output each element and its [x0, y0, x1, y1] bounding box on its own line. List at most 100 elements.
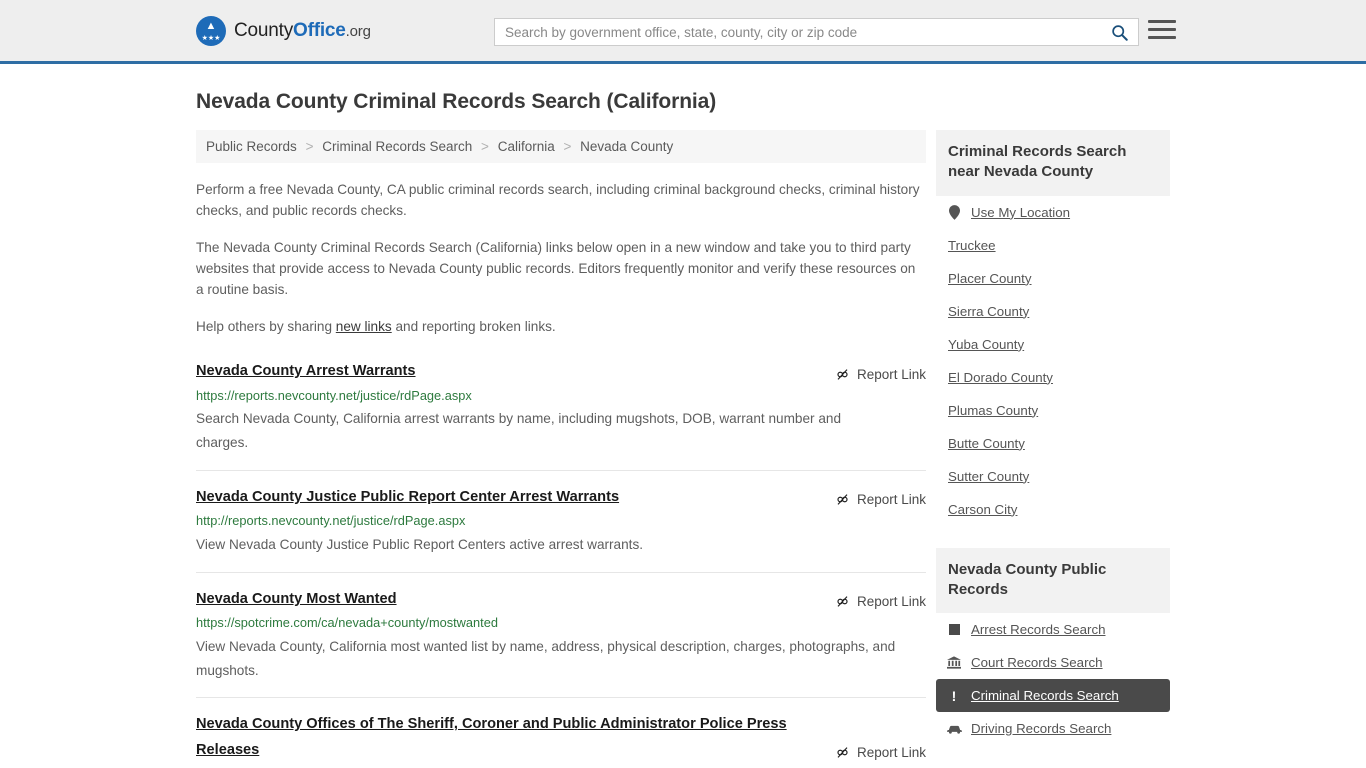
breadcrumb-item-criminal-records-search[interactable]: Criminal Records Search: [322, 139, 472, 154]
nearby-link[interactable]: El Dorado County: [936, 370, 1053, 385]
nearby-link[interactable]: Yuba County: [936, 337, 1024, 352]
sidebar-item-plumas-county[interactable]: Plumas County: [936, 394, 1170, 427]
brand-org: .org: [345, 22, 371, 40]
sidebar-item-carson-city[interactable]: Carson City: [936, 493, 1170, 526]
result-url: https://reports.nevcounty.net/justice/rd…: [196, 387, 472, 403]
exclamation-icon: !: [951, 687, 957, 704]
nearby-link[interactable]: Placer County: [936, 271, 1032, 286]
breadcrumb-item-public-records[interactable]: Public Records: [206, 139, 297, 154]
result-description: Search Nevada County, California arrest …: [196, 411, 841, 451]
sidebar-heading-public-records: Nevada County Public Records: [936, 547, 1170, 613]
public-record-link[interactable]: Criminal Records Search: [971, 688, 1119, 703]
hamburger-menu-icon[interactable]: [1148, 20, 1176, 39]
brand-wordmark: CountyOffice.org: [234, 20, 371, 42]
sidebar-item-criminal-records-search[interactable]: ! Criminal Records Search: [936, 679, 1170, 712]
public-record-link[interactable]: Court Records Search: [971, 655, 1103, 670]
nearby-link[interactable]: Sierra County: [936, 304, 1029, 319]
sidebar-heading-nearby: Criminal Records Search near Nevada Coun…: [936, 130, 1170, 196]
page-container: Nevada County Criminal Records Search (C…: [0, 90, 1366, 768]
breadcrumb: Public Records > Criminal Records Search…: [196, 130, 926, 163]
results-list: Nevada County Arrest Warrants Report Lin…: [196, 359, 926, 768]
sidebar-item-arrest-records-search[interactable]: Arrest Records Search: [936, 613, 1170, 646]
broken-link-icon: [837, 596, 848, 608]
report-link-label: Report Link: [856, 366, 926, 382]
result-item: Nevada County Justice Public Report Cent…: [196, 485, 926, 573]
content-columns: Public Records > Criminal Records Search…: [196, 130, 1170, 768]
breadcrumb-separator: >: [305, 139, 314, 154]
breadcrumb-separator: >: [481, 139, 489, 154]
report-link-button[interactable]: Report Link: [835, 367, 926, 385]
result-title-link[interactable]: Nevada County Justice Public Report Cent…: [196, 485, 619, 511]
sidebar-item-driving-records-search[interactable]: Driving Records Search: [936, 712, 1170, 745]
intro-paragraph-2: The Nevada County Criminal Records Searc…: [196, 240, 916, 298]
sidebar-item-court-records-search[interactable]: Court Records Search: [936, 646, 1170, 679]
report-link-label: Report Link: [856, 492, 926, 508]
intro-paragraph-1: Perform a free Nevada County, CA public …: [196, 182, 920, 219]
search-icon: [1112, 24, 1128, 41]
site-logo[interactable]: ▲ ★★★ CountyOffice.org: [196, 15, 371, 46]
nearby-link[interactable]: Plumas County: [936, 403, 1038, 418]
map-pin-icon: [946, 204, 962, 220]
intro-p3-after: and reporting broken links.: [391, 319, 556, 335]
car-icon: [946, 724, 962, 734]
public-record-link[interactable]: Arrest Records Search: [971, 622, 1106, 637]
sidebar-item-sierra-county[interactable]: Sierra County: [936, 295, 1170, 328]
result-title-link[interactable]: Nevada County Offices of The Sheriff, Co…: [196, 712, 835, 763]
sidebar-item-sutter-county[interactable]: Sutter County: [936, 460, 1170, 493]
sidebar-item-el-dorado-county[interactable]: El Dorado County: [936, 361, 1170, 394]
result-description: View Nevada County Justice Public Report…: [196, 536, 644, 552]
result-item: Nevada County Most Wanted Report Link ht…: [196, 587, 926, 699]
sidebar-item-butte-county[interactable]: Butte County: [936, 427, 1170, 460]
sidebar-item-yuba-county[interactable]: Yuba County: [936, 328, 1170, 361]
broken-link-icon: [837, 747, 848, 759]
broken-link-icon: [837, 369, 848, 380]
bank-icon: [946, 656, 962, 669]
use-my-location-link[interactable]: Use My Location: [971, 205, 1070, 220]
report-link-button[interactable]: Report Link: [835, 594, 926, 612]
search-input[interactable]: [495, 19, 1107, 45]
search-bar: [494, 18, 1139, 46]
main-column: Public Records > Criminal Records Search…: [196, 130, 926, 768]
nearby-link[interactable]: Sutter County: [936, 469, 1029, 484]
sidebar-item-use-my-location[interactable]: Use My Location: [936, 196, 1170, 229]
eagle-glyph: ▲: [205, 19, 217, 32]
result-item: Nevada County Arrest Warrants Report Lin…: [196, 359, 926, 471]
brand-county: County: [234, 19, 294, 41]
intro-paragraph-3: Help others by sharing new links and rep…: [196, 316, 926, 337]
result-url: http://reports.nevcounty.net/justice/rdP…: [196, 513, 466, 529]
result-url: https://www.mynevadacounty.com/Archive.a…: [196, 764, 926, 768]
intro-p3-before: Help others by sharing: [196, 319, 336, 335]
result-description: View Nevada County, California most want…: [196, 638, 896, 678]
nearby-link[interactable]: Butte County: [936, 436, 1025, 451]
square-icon: [946, 624, 962, 635]
report-link-button[interactable]: Report Link: [835, 745, 926, 763]
result-title-link[interactable]: Nevada County Arrest Warrants: [196, 359, 416, 385]
page-title: Nevada County Criminal Records Search (C…: [196, 90, 717, 113]
result-item: Nevada County Offices of The Sheriff, Co…: [196, 712, 926, 768]
new-links-link[interactable]: new links: [336, 319, 392, 334]
result-url: https://spotcrime.com/ca/nevada+county/m…: [196, 615, 498, 631]
breadcrumb-separator: >: [563, 139, 572, 154]
breadcrumb-item-nevada-county[interactable]: Nevada County: [580, 139, 673, 154]
result-header: Nevada County Justice Public Report Cent…: [196, 485, 926, 511]
search-button[interactable]: [1107, 24, 1138, 41]
hamburger-bar: [1148, 20, 1176, 23]
countyoffice-logo-icon: ▲ ★★★: [196, 15, 226, 46]
report-link-label: Report Link: [856, 745, 926, 761]
report-link-label: Report Link: [856, 594, 926, 610]
breadcrumb-item-california[interactable]: California: [498, 139, 555, 154]
intro-text: Perform a free Nevada County, CA public …: [196, 179, 926, 337]
nearby-link[interactable]: Carson City: [936, 502, 1017, 517]
report-link-button[interactable]: Report Link: [835, 492, 926, 510]
site-header: ▲ ★★★ CountyOffice.org: [0, 0, 1366, 64]
nearby-link[interactable]: Truckee: [936, 238, 996, 253]
sidebar-nearby-list: Use My Location Truckee Placer County Si…: [936, 196, 1170, 526]
result-title-link[interactable]: Nevada County Most Wanted: [196, 587, 397, 613]
public-record-link[interactable]: Driving Records Search: [971, 721, 1111, 736]
sidebar-public-records-list: Arrest Records Search Court Records Sear…: [936, 613, 1170, 745]
sidebar-item-placer-county[interactable]: Placer County: [936, 262, 1170, 295]
hamburger-bar: [1148, 36, 1176, 39]
result-header: Nevada County Offices of The Sheriff, Co…: [196, 712, 926, 763]
stars-glyph: ★★★: [201, 34, 221, 42]
sidebar-item-truckee[interactable]: Truckee: [936, 229, 1170, 262]
